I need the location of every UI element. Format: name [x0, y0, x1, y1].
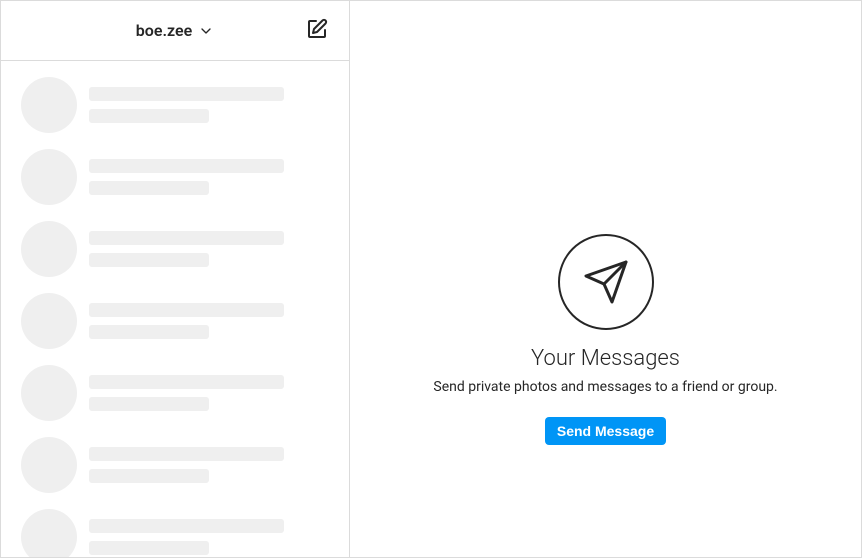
app-container: boe.zee: [0, 0, 862, 558]
skeleton-line: [89, 519, 284, 533]
avatar-skeleton: [21, 509, 77, 557]
skeleton-line: [89, 541, 209, 555]
chat-text-skeleton: [89, 375, 329, 411]
chat-list: [1, 61, 349, 557]
skeleton-line: [89, 109, 209, 123]
chat-text-skeleton: [89, 303, 329, 339]
empty-state: Your Messages Send private photos and me…: [433, 234, 777, 445]
chat-item[interactable]: [1, 213, 349, 285]
chat-item[interactable]: [1, 357, 349, 429]
skeleton-line: [89, 253, 209, 267]
compose-icon: [305, 17, 329, 45]
chat-item[interactable]: [1, 501, 349, 557]
skeleton-line: [89, 375, 284, 389]
skeleton-line: [89, 231, 284, 245]
paper-plane-icon: [558, 234, 654, 330]
skeleton-line: [89, 325, 209, 339]
username-label: boe.zee: [136, 21, 192, 40]
send-message-button[interactable]: Send Message: [545, 417, 666, 445]
avatar-skeleton: [21, 149, 77, 205]
main-panel: Your Messages Send private photos and me…: [350, 1, 861, 557]
sidebar: boe.zee: [1, 1, 350, 557]
chat-item[interactable]: [1, 69, 349, 141]
skeleton-line: [89, 469, 209, 483]
avatar-skeleton: [21, 365, 77, 421]
skeleton-line: [89, 87, 284, 101]
chat-text-skeleton: [89, 519, 329, 555]
chat-item[interactable]: [1, 285, 349, 357]
chat-text-skeleton: [89, 159, 329, 195]
skeleton-line: [89, 159, 284, 173]
skeleton-line: [89, 447, 284, 461]
avatar-skeleton: [21, 293, 77, 349]
empty-state-title: Your Messages: [531, 346, 680, 371]
skeleton-line: [89, 303, 284, 317]
skeleton-line: [89, 397, 209, 411]
skeleton-line: [89, 181, 209, 195]
chat-text-skeleton: [89, 87, 329, 123]
chat-text-skeleton: [89, 231, 329, 267]
username-selector[interactable]: boe.zee: [136, 21, 214, 40]
avatar-skeleton: [21, 437, 77, 493]
chat-item[interactable]: [1, 141, 349, 213]
sidebar-header: boe.zee: [1, 1, 349, 61]
avatar-skeleton: [21, 77, 77, 133]
chevron-down-icon: [198, 23, 214, 39]
compose-button[interactable]: [305, 17, 329, 45]
empty-state-subtitle: Send private photos and messages to a fr…: [433, 379, 777, 395]
chat-text-skeleton: [89, 447, 329, 483]
chat-item[interactable]: [1, 429, 349, 501]
avatar-skeleton: [21, 221, 77, 277]
